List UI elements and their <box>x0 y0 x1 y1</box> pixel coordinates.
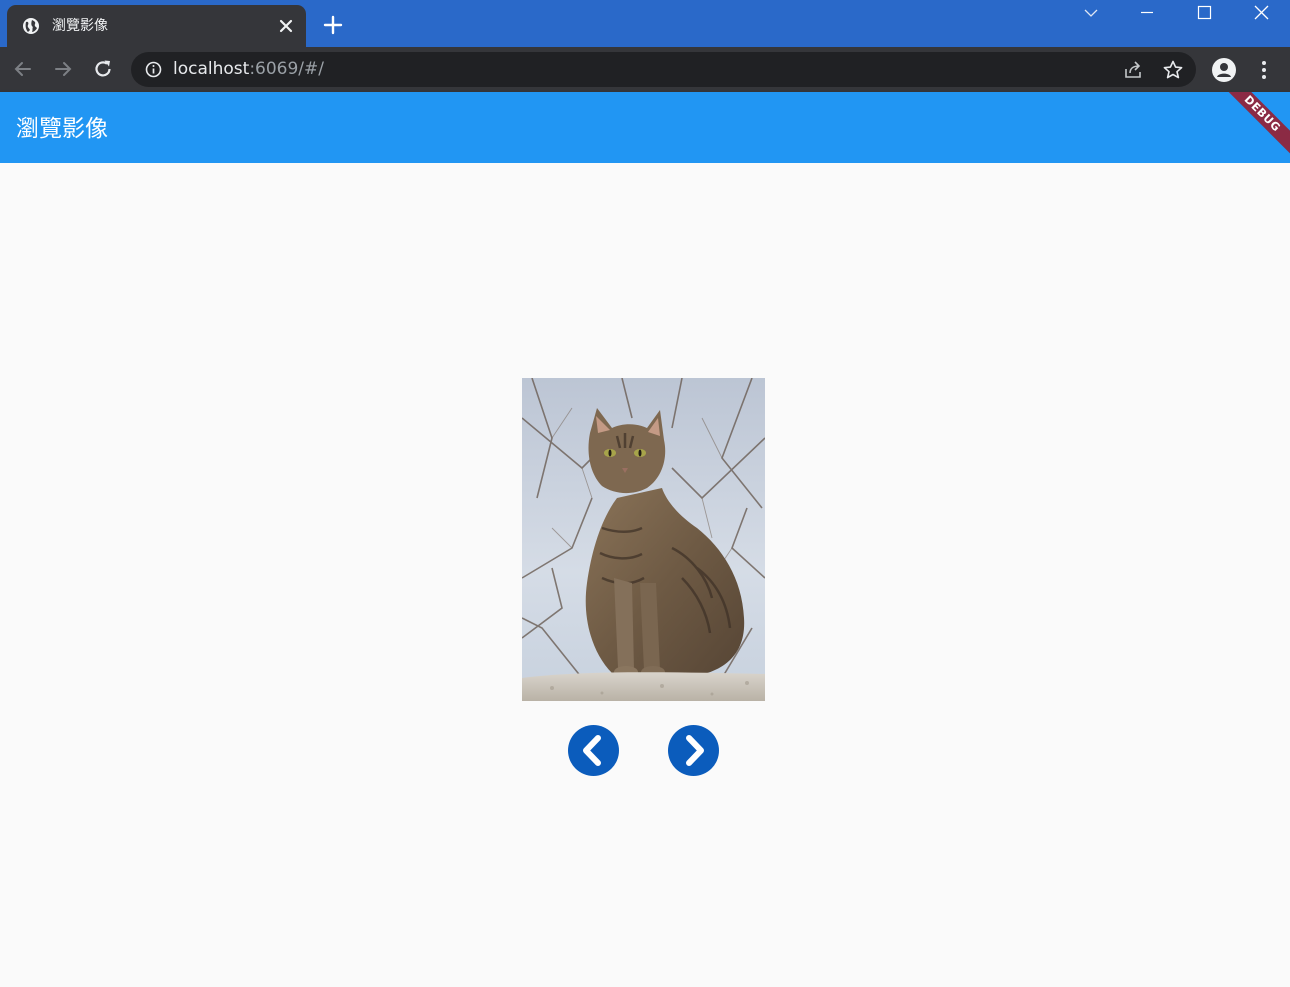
tab-title: 瀏覽影像 <box>52 18 108 34</box>
url-text[interactable]: localhost:6069/#/ <box>173 59 324 80</box>
next-image-button[interactable] <box>668 725 719 776</box>
app-bar: 瀏覽影像 DEBUG <box>0 92 1290 163</box>
profile-avatar-icon[interactable] <box>1211 57 1237 83</box>
kebab-menu-icon[interactable] <box>1254 58 1274 82</box>
tab-search-icon[interactable] <box>1068 0 1114 28</box>
close-tab-icon[interactable] <box>276 16 296 36</box>
new-tab-icon[interactable] <box>322 14 344 36</box>
back-icon[interactable] <box>10 56 36 82</box>
previous-image-button[interactable] <box>568 725 619 776</box>
close-window-icon[interactable] <box>1238 0 1284 28</box>
forward-icon[interactable] <box>50 56 76 82</box>
page-title: 瀏覽影像 <box>16 116 108 142</box>
bookmark-star-icon[interactable] <box>1162 59 1184 81</box>
browser-titlebar: 瀏覽影像 <box>0 0 1290 47</box>
chevron-right-icon <box>686 735 704 766</box>
maximize-icon[interactable] <box>1181 0 1227 28</box>
url-host: localhost <box>173 59 250 79</box>
chevron-left-icon <box>583 735 601 766</box>
reload-icon[interactable] <box>90 56 116 82</box>
minimize-icon[interactable] <box>1124 0 1170 28</box>
site-info-icon[interactable] <box>145 61 162 78</box>
address-bar[interactable]: localhost:6069/#/ <box>131 52 1196 87</box>
content-area <box>0 163 1290 987</box>
share-icon[interactable] <box>1122 59 1144 81</box>
browser-tab[interactable]: 瀏覽影像 <box>7 5 306 47</box>
debug-banner: DEBUG <box>1213 92 1290 163</box>
url-path: :6069/#/ <box>249 59 325 79</box>
browser-toolbar: localhost:6069/#/ <box>0 47 1290 92</box>
globe-icon <box>23 18 39 34</box>
cat-image <box>522 378 765 701</box>
